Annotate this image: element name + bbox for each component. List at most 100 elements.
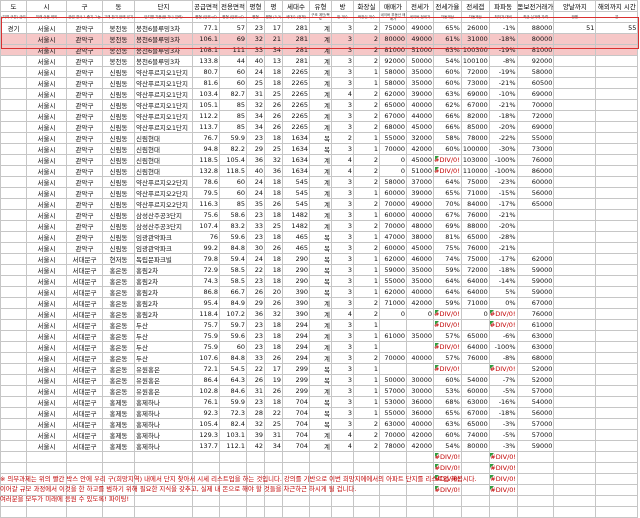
table-cell[interactable] xyxy=(553,176,597,188)
table-cell[interactable] xyxy=(595,198,639,210)
table-cell[interactable]: 23 xyxy=(246,330,265,342)
table-cell[interactable]: 60 xyxy=(219,341,247,353)
table-cell[interactable]: 290 xyxy=(282,253,310,265)
table-cell[interactable]: 545 xyxy=(282,198,310,210)
table-cell[interactable]: 75.9 xyxy=(192,341,220,353)
table-cell[interactable]: 13 xyxy=(264,55,283,67)
table-cell[interactable]: 19 xyxy=(264,374,283,386)
table-cell[interactable]: 3 xyxy=(331,407,354,419)
table-cell[interactable] xyxy=(553,363,597,375)
table-cell[interactable]: 58.6 xyxy=(219,209,247,221)
table-cell[interactable]: 57% xyxy=(433,330,462,342)
table-cell[interactable]: 26 xyxy=(246,374,265,386)
table-cell[interactable]: 복 xyxy=(309,418,332,430)
table-cell[interactable]: 56000 xyxy=(516,187,555,199)
table-cell[interactable]: 85 xyxy=(219,198,247,210)
table-cell[interactable]: 서울시 xyxy=(26,330,67,342)
table-cell[interactable]: 59.6 xyxy=(219,330,247,342)
table-cell[interactable]: 서대문구 xyxy=(66,407,103,419)
table-cell[interactable] xyxy=(282,451,310,463)
table-cell[interactable] xyxy=(516,231,555,243)
table-cell[interactable]: -3% xyxy=(488,440,518,452)
table-cell[interactable] xyxy=(353,451,380,463)
table-cell[interactable]: 18 xyxy=(264,264,283,276)
table-cell[interactable]: 50000 xyxy=(406,55,434,67)
table-cell[interactable]: 107.6 xyxy=(192,352,220,364)
table-cell[interactable]: 3 xyxy=(331,385,354,397)
table-cell[interactable]: 64% xyxy=(433,275,462,287)
table-cell[interactable]: -8% xyxy=(488,352,518,364)
table-cell[interactable]: 서울시 xyxy=(26,275,67,287)
table-cell[interactable]: 1 xyxy=(353,66,380,78)
table-cell[interactable]: 1 xyxy=(353,253,380,265)
table-cell[interactable]: 관악구 xyxy=(66,110,103,122)
table-cell[interactable]: 110000 xyxy=(460,165,490,177)
table-cell[interactable] xyxy=(192,451,220,463)
table-cell[interactable]: 50000 xyxy=(379,374,407,386)
table-cell[interactable] xyxy=(553,462,597,474)
table-cell[interactable]: 홍은동 xyxy=(102,363,135,375)
table-cell[interactable]: 54000 xyxy=(460,374,490,386)
table-cell[interactable]: 신림동 xyxy=(102,242,135,254)
table-cell[interactable]: 서울시 xyxy=(26,286,67,298)
table-cell[interactable]: 26 xyxy=(264,242,283,254)
table-cell[interactable]: 75.7 xyxy=(192,319,220,331)
table-cell[interactable]: 홍제하나 xyxy=(134,429,193,441)
table-cell[interactable]: 70000 xyxy=(379,220,407,232)
table-cell[interactable]: -7% xyxy=(488,374,518,386)
table-cell[interactable] xyxy=(553,352,597,364)
table-cell[interactable]: 40000 xyxy=(406,286,434,298)
table-cell[interactable]: 신림동 xyxy=(102,165,135,177)
table-cell[interactable] xyxy=(246,506,265,518)
table-cell[interactable]: -5% xyxy=(488,385,518,397)
table-cell[interactable]: 서울시 xyxy=(26,418,67,430)
table-cell[interactable] xyxy=(0,341,27,353)
table-cell[interactable]: 2 xyxy=(353,220,380,232)
table-cell[interactable]: 62000 xyxy=(379,88,407,100)
table-cell[interactable]: 65000 xyxy=(460,231,490,243)
table-cell[interactable] xyxy=(595,88,639,100)
table-cell[interactable] xyxy=(0,407,27,419)
table-cell[interactable]: 관악구 xyxy=(66,143,103,155)
table-cell[interactable] xyxy=(331,462,354,474)
table-cell[interactable]: 44000 xyxy=(406,110,434,122)
table-cell[interactable]: 47000 xyxy=(379,231,407,243)
table-cell[interactable]: 3 xyxy=(331,264,354,276)
table-cell[interactable] xyxy=(595,484,639,496)
table-cell[interactable] xyxy=(460,462,490,474)
table-cell[interactable]: 95.4 xyxy=(192,297,220,309)
table-cell[interactable]: 60% xyxy=(433,374,462,386)
table-cell[interactable]: 서울시 xyxy=(26,88,67,100)
table-cell[interactable]: 서울시 xyxy=(26,242,67,254)
table-cell[interactable]: 복 xyxy=(309,264,332,276)
table-cell[interactable]: 118.4 xyxy=(192,308,220,320)
table-cell[interactable] xyxy=(0,374,27,386)
table-cell[interactable]: 계 xyxy=(309,429,332,441)
table-cell[interactable]: 70000 xyxy=(516,99,555,111)
table-cell[interactable]: 18 xyxy=(264,275,283,287)
table-cell[interactable]: 64000 xyxy=(460,275,490,287)
table-cell[interactable]: 18 xyxy=(264,396,283,408)
table-cell[interactable]: 관악구 xyxy=(66,165,103,177)
table-cell[interactable]: 76000 xyxy=(460,352,490,364)
table-cell[interactable]: 서대문구 xyxy=(66,341,103,353)
table-cell[interactable]: 132.8 xyxy=(192,165,220,177)
table-cell[interactable] xyxy=(553,242,597,254)
table-cell[interactable]: 76000 xyxy=(516,308,555,320)
table-cell[interactable]: 53% xyxy=(433,385,462,397)
table-cell[interactable]: 계 xyxy=(309,88,332,100)
table-cell[interactable]: 23 xyxy=(246,396,265,408)
column-header[interactable]: 양날까지 xyxy=(553,0,597,12)
table-cell[interactable]: 홍림2차 xyxy=(134,297,193,309)
table-cell[interactable]: 299 xyxy=(282,385,310,397)
table-cell[interactable] xyxy=(379,363,407,375)
table-cell[interactable] xyxy=(102,506,135,518)
table-cell[interactable]: 59.9 xyxy=(219,132,247,144)
table-cell[interactable] xyxy=(553,385,597,397)
table-cell[interactable]: 24 xyxy=(246,66,265,78)
table-cell[interactable]: 290 xyxy=(282,275,310,287)
table-cell[interactable]: 2 xyxy=(331,132,354,144)
table-cell[interactable]: 신림동 xyxy=(102,143,135,155)
table-cell[interactable]: 39000 xyxy=(406,187,434,199)
table-cell[interactable]: 69000 xyxy=(460,88,490,100)
